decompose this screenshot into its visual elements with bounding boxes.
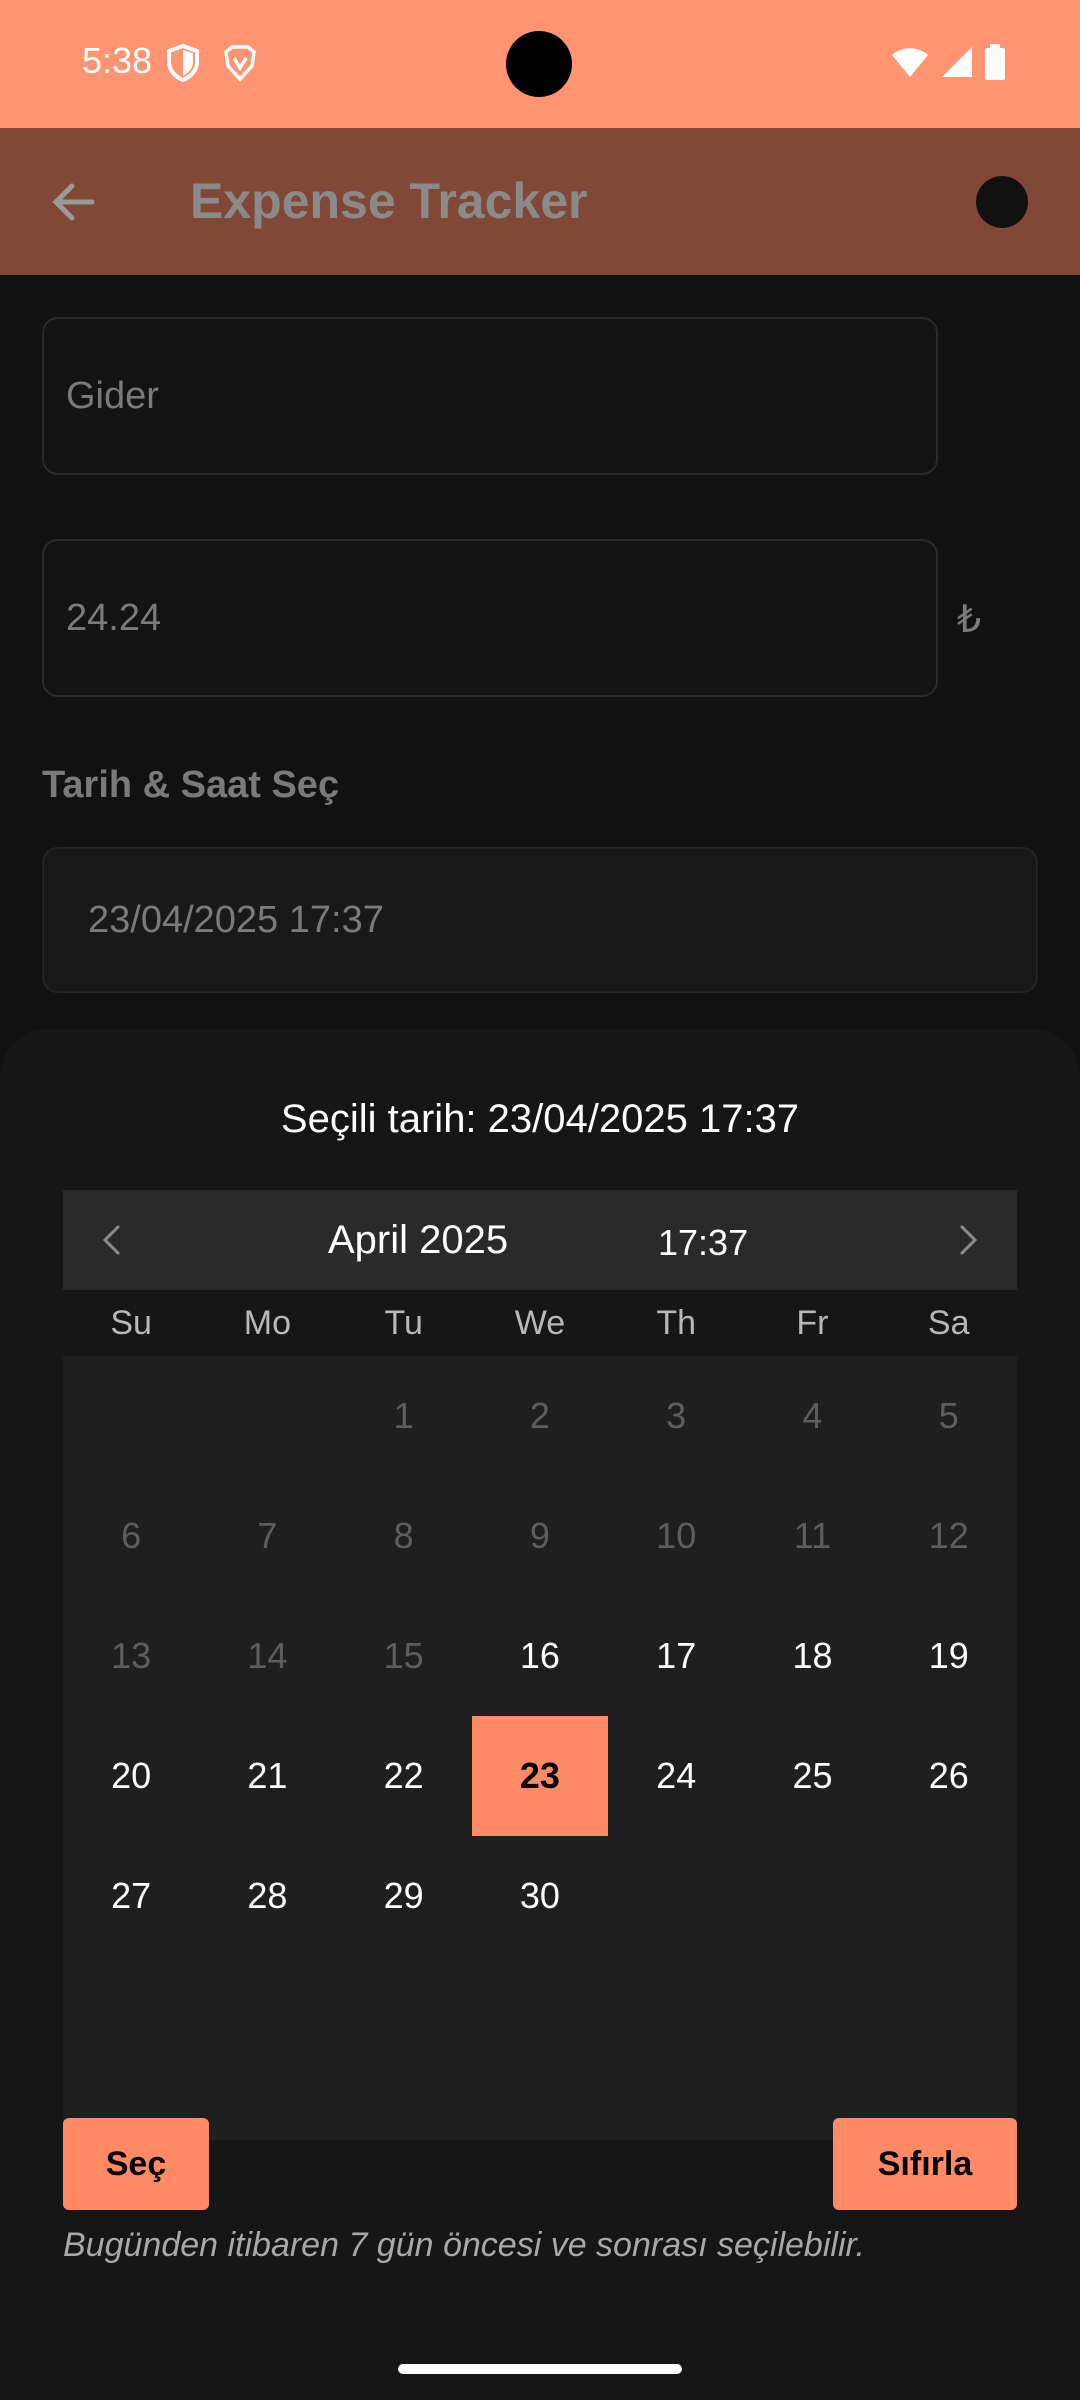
status-time: 5:38 <box>82 40 153 81</box>
calendar-day: 3 <box>666 1395 687 1436</box>
calendar-day[interactable]: 17 <box>608 1596 744 1716</box>
calendar-day: 5 <box>938 1395 959 1436</box>
calendar-day[interactable]: 28 <box>199 1836 335 1956</box>
reset-button[interactable]: Sıfırla <box>833 2118 1017 2210</box>
calendar-day: 10 <box>656 1515 697 1556</box>
month-label[interactable]: April 2025 <box>328 1218 508 1263</box>
weekday-label: Fr <box>796 1304 829 1342</box>
status-right-icons <box>890 44 1006 85</box>
calendar-day: 13 <box>111 1635 152 1676</box>
date-range-hint: Bugünden itibaren 7 gün öncesi ve sonras… <box>63 2226 866 2264</box>
time-label[interactable]: 17:37 <box>658 1222 748 1264</box>
calendar-empty-cell <box>63 1356 199 1476</box>
calendar-day: 7 <box>257 1515 278 1556</box>
weekday-label: Mo <box>243 1304 292 1342</box>
weekday-label: Th <box>656 1304 697 1342</box>
calendar-day: 2 <box>529 1395 550 1436</box>
status-bar: 5:38 <box>0 0 1080 128</box>
weekday-row: Su Mo Tu We Th Fr Sa <box>63 1290 1017 1356</box>
amount-field[interactable]: 24.24 <box>42 539 938 697</box>
days-grid: 1 2 3 4 5 6 7 8 9 10 11 12 13 14 15 16 17 18 19 20 21 22 23 24 2… <box>63 1356 1017 1956</box>
expense-name-value: Gider <box>66 374 159 417</box>
weekday-label: We <box>514 1304 566 1342</box>
battery-icon <box>984 44 1006 85</box>
currency-symbol: ₺ <box>957 599 982 641</box>
home-indicator[interactable] <box>398 2364 682 2374</box>
signal-icon <box>940 45 974 84</box>
calendar-day: 4 <box>802 1395 823 1436</box>
selected-date-text: Seçili tarih: 23/04/2025 17:37 <box>280 1097 800 1141</box>
calendar-day: 8 <box>393 1515 414 1556</box>
calendar-day: 1 <box>393 1395 414 1436</box>
calendar: April 2025 17:37 Su Mo Tu We Th Fr Sa 12345678… <box>63 1190 1017 2140</box>
weekday-label: Su <box>110 1304 152 1342</box>
calendar-day[interactable]: 26 <box>881 1716 1017 1836</box>
calendar-day[interactable]: 27 <box>63 1836 199 1956</box>
calendar-empty-cell <box>199 1356 335 1476</box>
calendar-day[interactable]: 30 <box>472 1836 608 1956</box>
front-camera <box>506 31 572 97</box>
weekday-label: Sa <box>927 1304 970 1342</box>
calendar-day[interactable]: 29 <box>336 1836 472 1956</box>
calendar-day[interactable]: 19 <box>881 1596 1017 1716</box>
weekday-label: Tu <box>384 1304 423 1342</box>
wifi-icon <box>890 45 930 84</box>
arrow-back-icon[interactable] <box>46 174 102 230</box>
calendar-day[interactable]: 21 <box>199 1716 335 1836</box>
calendar-day: 12 <box>928 1515 969 1556</box>
calendar-header: April 2025 17:37 <box>63 1190 1017 1290</box>
calendar-day[interactable]: 22 <box>336 1716 472 1836</box>
app-title: Expense Tracker <box>190 173 588 229</box>
app-bar: Expense Tracker <box>0 128 1080 275</box>
calendar-day[interactable]: 20 <box>63 1716 199 1836</box>
calendar-day[interactable]: 24 <box>608 1716 744 1836</box>
app-bar-action[interactable] <box>976 176 1028 228</box>
date-time-field[interactable]: 23/04/2025 17:37 <box>42 847 1038 993</box>
calendar-day: 14 <box>247 1635 288 1676</box>
select-button[interactable]: Seç <box>63 2118 209 2210</box>
date-picker-sheet: Seçili tarih: 23/04/2025 17:37 April 202… <box>0 1029 1080 2400</box>
chevron-left-icon[interactable] <box>93 1220 133 1260</box>
calendar-day: 6 <box>121 1515 142 1556</box>
shield-icon <box>166 43 200 87</box>
calendar-day: 9 <box>529 1515 550 1556</box>
calendar-day: 11 <box>793 1515 832 1556</box>
amount-value: 24.24 <box>66 596 162 639</box>
chevron-right-icon[interactable] <box>947 1220 987 1260</box>
calendar-day[interactable]: 25 <box>744 1716 880 1836</box>
date-section-label: Tarih & Saat Seç <box>42 764 340 806</box>
calendar-day[interactable]: 16 <box>472 1596 608 1716</box>
calendar-day: 15 <box>383 1635 424 1676</box>
date-time-value: 23/04/2025 17:37 <box>88 898 384 941</box>
expense-form: Gider 24.24 ₺ Tarih & Saat Seç 23/04/202… <box>0 275 1080 1055</box>
calendar-day[interactable]: 18 <box>744 1596 880 1716</box>
brave-icon <box>222 44 258 87</box>
calendar-day-selected[interactable]: 23 <box>471 1716 609 1836</box>
expense-name-field[interactable]: Gider <box>42 317 938 475</box>
